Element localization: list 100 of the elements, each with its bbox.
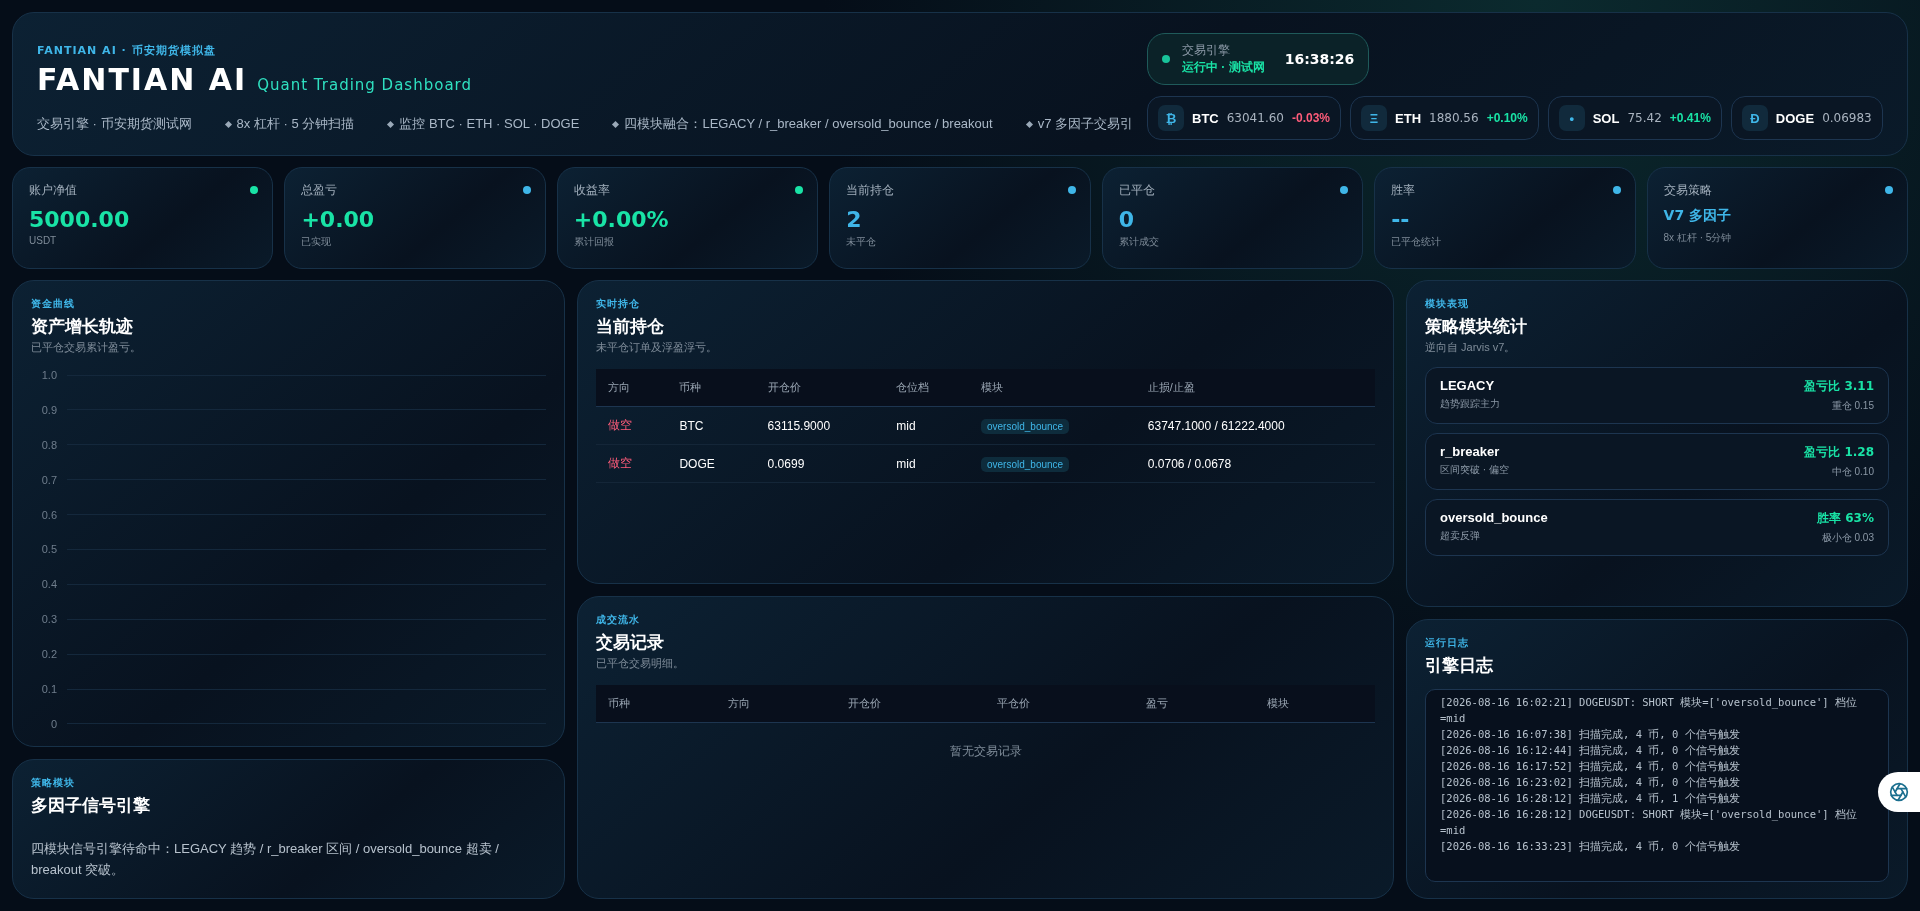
axis-tick-label: 0.3 xyxy=(40,613,57,626)
table-cell: 做空 xyxy=(596,406,668,445)
stat-caption: 累计回报 xyxy=(573,235,615,249)
module-metric: 盈亏比 1.28 xyxy=(1804,444,1874,461)
column-header: 盈亏 xyxy=(1134,684,1255,722)
log-line: [2026-08-16 16:28:12] DOGEUSDT: SHORT 模块=['oversold_bounce'] 档位=mid xyxy=(1440,807,1858,838)
panel-title: 当前持仓 xyxy=(596,316,665,338)
panel-description: 已平仓交易累计盈亏。 xyxy=(31,340,142,355)
column-header: 开仓价 xyxy=(836,684,986,722)
coin-price: 1880.56 xyxy=(1429,111,1479,125)
status-label: 交易引擎 xyxy=(1182,42,1231,59)
log-line: [2026-08-16 16:33:23] 扫描完成, 4 币, 0 个信号触发 xyxy=(1440,839,1741,854)
stat-caption: 未平仓 xyxy=(846,235,878,249)
axis-tick-label: 0.8 xyxy=(40,438,57,451)
coin-price: 0.06983 xyxy=(1822,111,1872,125)
ticker-text: 监控 BTC · ETH · SOL · DOGE xyxy=(399,115,580,133)
panel-title: 资产增长轨迹 xyxy=(31,316,134,338)
module-metric: 盈亏比 3.11 xyxy=(1804,378,1874,395)
table-cell: mid xyxy=(884,444,969,483)
price-change: +0.10% xyxy=(1486,111,1528,125)
axis-tick-label: 0.4 xyxy=(40,578,57,591)
table-cell: mid xyxy=(884,406,969,445)
clock-time: 16:38:26 xyxy=(1284,51,1355,67)
log-line: [2026-08-16 16:23:02] 扫描完成, 4 币, 0 个信号触发 xyxy=(1440,775,1741,790)
module-position-size: 中仓 0.10 xyxy=(1830,465,1874,479)
module-metric: 胜率 63% xyxy=(1817,510,1874,527)
stat-value: 5000.00 xyxy=(29,207,131,232)
coin-price: 75.42 xyxy=(1627,111,1662,125)
coin-price: 63041.60 xyxy=(1226,111,1284,125)
price-change: +0.41% xyxy=(1669,111,1711,125)
column-header: 币种 xyxy=(667,369,756,407)
axis-tick-label: 1.0 xyxy=(40,369,57,381)
module-name: r_breaker xyxy=(1440,444,1501,459)
axis-tick-label: 0.9 xyxy=(40,403,57,416)
panel-description: 逆向自 Jarvis v7。 xyxy=(1425,340,1517,355)
stat-caption: 累计成交 xyxy=(1118,235,1160,249)
coin-icon: Ξ xyxy=(1361,105,1387,131)
engine-description: 四模块信号引擎待命中：LEGACY 趋势 / r_breaker 区间 / oversold_bounce 超卖 / breakout 突破。 xyxy=(31,840,500,879)
module-description: 趋势跟踪主力 xyxy=(1440,397,1500,411)
coin-name: ETH xyxy=(1395,110,1421,126)
aperture-icon xyxy=(1889,782,1909,802)
brand-subtitle: Quant Trading Dashboard xyxy=(257,76,472,94)
table-cell: DOGE xyxy=(667,444,756,483)
brand-eyebrow: FANTIAN AI · 币安期货模拟盘 xyxy=(37,43,217,58)
column-header: 止损/止盈 xyxy=(1135,369,1375,407)
coin-name: SOL xyxy=(1592,110,1620,126)
ticker-text: 8x 杠杆 · 5 分钟扫描 xyxy=(236,115,355,133)
axis-tick-label: 0.1 xyxy=(40,683,57,695)
column-header: 仓位档 xyxy=(884,369,969,407)
module-tag: oversold_bounce xyxy=(981,418,1070,434)
price-change: -0.03% xyxy=(1292,111,1330,125)
stat-value: -- xyxy=(1391,207,1411,232)
axis-tick-label: 0.7 xyxy=(40,473,57,486)
column-header: 模块 xyxy=(1254,684,1375,722)
column-header: 方向 xyxy=(596,369,668,407)
table-cell: 做空 xyxy=(596,444,668,483)
table-cell: 63747.1000 / 61222.4000 xyxy=(1135,406,1375,445)
module-position-size: 极小仓 0.03 xyxy=(1820,531,1874,545)
brand-title: FANTIAN AI xyxy=(37,62,248,97)
floating-widget-button[interactable] xyxy=(1878,772,1920,812)
column-header: 开仓价 xyxy=(755,369,885,407)
stat-caption: USDT xyxy=(29,235,58,246)
module-name: oversold_bounce xyxy=(1440,510,1548,525)
stat-label: 账户净值 xyxy=(29,182,78,199)
module-description: 超卖反弹 xyxy=(1440,529,1481,543)
stat-value: 2 xyxy=(846,207,863,232)
panel-eyebrow: 资金曲线 xyxy=(31,297,76,311)
module-description: 区间突破 · 偏空 xyxy=(1440,463,1509,477)
panel-eyebrow: 实时持仓 xyxy=(596,297,641,311)
empty-message: 暂无交易记录 xyxy=(948,742,1023,760)
panel-title: 策略模块统计 xyxy=(1425,316,1528,338)
column-header: 方向 xyxy=(716,684,837,722)
stat-value: V7 多因子 xyxy=(1663,207,1732,225)
axis-tick-label: 0.5 xyxy=(40,543,57,556)
coin-icon: ₿ xyxy=(1158,105,1184,131)
column-header: 币种 xyxy=(596,684,717,722)
log-line: [2026-08-16 16:28:12] 扫描完成, 4 币, 1 个信号触发 xyxy=(1440,791,1741,806)
table-cell: BTC xyxy=(667,406,756,445)
stat-label: 总盈亏 xyxy=(301,182,339,199)
stat-value: +0.00 xyxy=(301,207,376,232)
coin-icon: • xyxy=(1558,105,1585,131)
table-cell: 63115.9000 xyxy=(755,406,885,445)
log-line: [2026-08-16 16:12:44] 扫描完成, 4 币, 0 个信号触发 xyxy=(1440,743,1741,758)
log-line: [2026-08-16 16:17:52] 扫描完成, 4 币, 0 个信号触发 xyxy=(1440,759,1741,774)
panel-description: 未平仓订单及浮盈浮亏。 xyxy=(596,340,718,355)
log-line: [2026-08-16 16:07:38] 扫描完成, 4 币, 0 个信号触发 xyxy=(1440,727,1741,742)
axis-tick-label: 0 xyxy=(49,717,57,730)
table-cell: 0.0706 / 0.0678 xyxy=(1135,444,1375,483)
ticker-text: 交易引擎 · 币安期货测试网 xyxy=(37,115,192,133)
stat-caption: 8x 杠杆 · 5分钟 xyxy=(1663,231,1733,245)
axis-tick-label: 0.2 xyxy=(40,648,57,661)
stat-label: 胜率 xyxy=(1391,182,1417,199)
column-header: 模块 xyxy=(969,369,1136,407)
stat-label: 已平仓 xyxy=(1118,182,1156,199)
panel-eyebrow: 策略模块 xyxy=(31,776,76,790)
status-value: 运行中 · 测试网 xyxy=(1182,59,1265,76)
table-cell: 0.0699 xyxy=(755,444,885,483)
stat-label: 交易策略 xyxy=(1663,182,1713,199)
module-name: LEGACY xyxy=(1440,378,1496,393)
coin-name: BTC xyxy=(1192,110,1219,126)
